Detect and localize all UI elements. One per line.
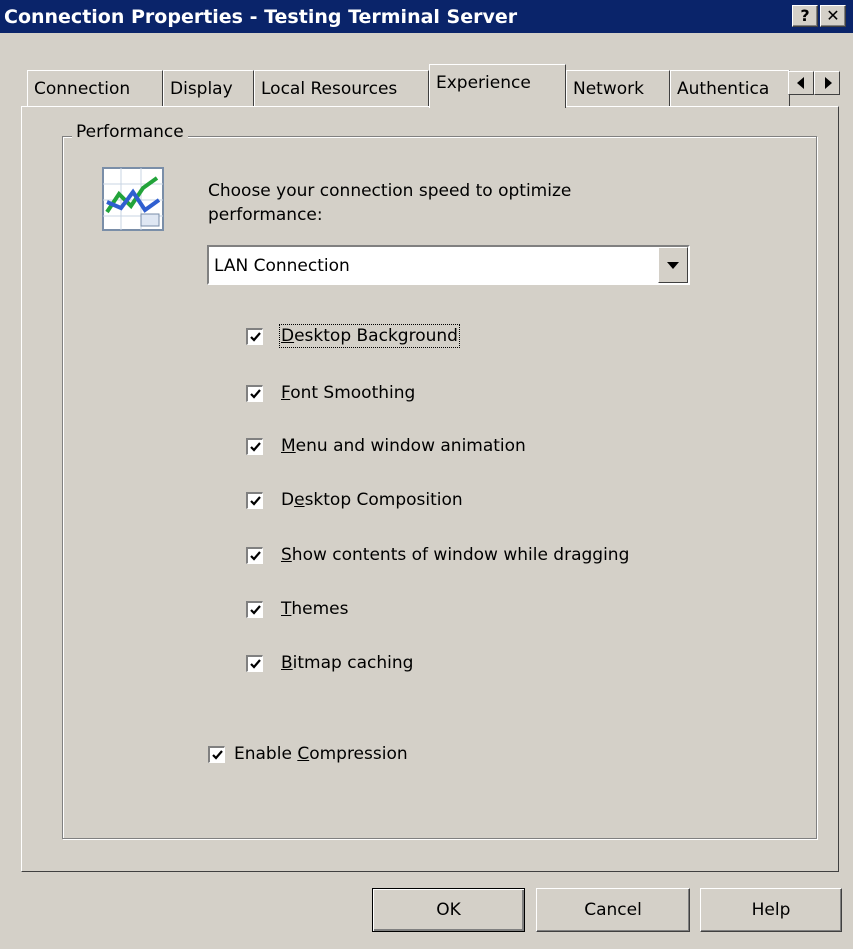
chevron-down-icon	[667, 262, 679, 269]
tab-label: Experience	[436, 73, 531, 93]
tab-authentication[interactable]: Authentica	[670, 70, 790, 106]
tab-local-resources[interactable]: Local Resources	[254, 70, 429, 106]
performance-chart-icon	[101, 166, 165, 232]
ok-button[interactable]: OK	[372, 888, 525, 932]
title-bar: Connection Properties - Testing Terminal…	[0, 0, 853, 33]
tab-network[interactable]: Network	[566, 70, 670, 106]
tab-label: Connection	[34, 79, 131, 99]
tab-connection[interactable]: Connection	[27, 70, 163, 106]
checkbox[interactable]	[246, 492, 263, 509]
performance-group-label: Performance	[72, 122, 188, 142]
tab-display[interactable]: Display	[163, 70, 254, 106]
close-button[interactable]: ✕	[820, 5, 846, 27]
tab-scroll-left-button[interactable]	[788, 71, 814, 95]
checkbox[interactable]	[246, 655, 263, 672]
checkbox[interactable]	[246, 601, 263, 618]
tab-experience[interactable]: Experience	[429, 64, 566, 108]
arrow-left-icon	[797, 77, 804, 89]
arrow-right-icon	[825, 77, 832, 89]
performance-groupbox	[62, 136, 817, 839]
tab-label: Local Resources	[261, 79, 398, 99]
cancel-button[interactable]: Cancel	[536, 888, 690, 932]
window-title: Connection Properties - Testing Terminal…	[4, 6, 518, 28]
close-icon: ✕	[826, 6, 840, 25]
checkbox[interactable]	[246, 328, 263, 345]
checkbox[interactable]	[246, 438, 263, 455]
help-button[interactable]: ?	[792, 5, 818, 27]
tab-label: Network	[573, 79, 644, 99]
tab-scroll-right-button[interactable]	[814, 71, 840, 95]
checkbox[interactable]	[246, 385, 263, 402]
dropdown-button[interactable]	[658, 247, 688, 283]
tab-label: Display	[170, 79, 233, 99]
speed-prompt-line1: Choose your connection speed to optimize	[208, 181, 572, 201]
connection-speed-value: LAN Connection	[214, 256, 350, 276]
checkbox[interactable]	[208, 746, 225, 763]
help-icon: ?	[800, 6, 810, 25]
checkbox[interactable]	[246, 547, 263, 564]
speed-prompt-line2: performance:	[208, 205, 323, 225]
help-button-bottom[interactable]: Help	[700, 888, 842, 932]
tab-label: Authentica	[677, 79, 770, 99]
connection-speed-select[interactable]: LAN Connection	[207, 245, 690, 285]
